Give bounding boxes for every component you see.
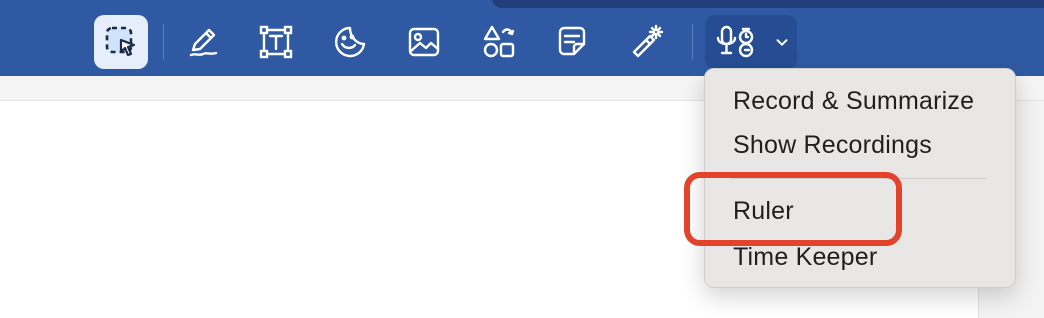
toolbar-separator	[163, 24, 164, 60]
selection-tool-button[interactable]	[94, 15, 148, 69]
shapes-tool-button[interactable]	[472, 16, 524, 68]
menu-item-time-keeper[interactable]: Time Keeper	[733, 243, 877, 272]
highlight-annotation	[684, 172, 902, 246]
toolbar-top-tab	[492, 0, 1044, 8]
image-icon	[408, 27, 440, 57]
chevron-down-icon	[776, 39, 788, 46]
sticky-note-tool-button[interactable]	[546, 16, 598, 68]
app-window: Record & Summarize Show Recordings Ruler…	[0, 0, 1044, 318]
audio-tools-menu-button[interactable]	[705, 15, 797, 69]
shapes-icon	[483, 25, 515, 58]
magic-wand-tool-button[interactable]	[620, 16, 672, 68]
menu-item-show-recordings[interactable]: Show Recordings	[733, 131, 932, 160]
pencil-tool-button[interactable]	[177, 16, 229, 68]
sticker-icon	[334, 26, 366, 58]
menu-item-record-summarize[interactable]: Record & Summarize	[733, 87, 974, 116]
text-box-tool-button[interactable]	[250, 16, 302, 68]
toolbar-separator	[692, 24, 693, 60]
toolbar	[0, 0, 1044, 76]
image-tool-button[interactable]	[398, 16, 450, 68]
sticker-tool-button[interactable]	[324, 16, 376, 68]
selection-tool-icon	[105, 26, 136, 57]
magic-wand-icon	[632, 24, 664, 58]
pencil-icon	[189, 28, 218, 57]
text-box-icon	[259, 25, 293, 59]
microphone-timer-icon	[716, 25, 754, 58]
sticky-note-icon	[558, 26, 586, 56]
